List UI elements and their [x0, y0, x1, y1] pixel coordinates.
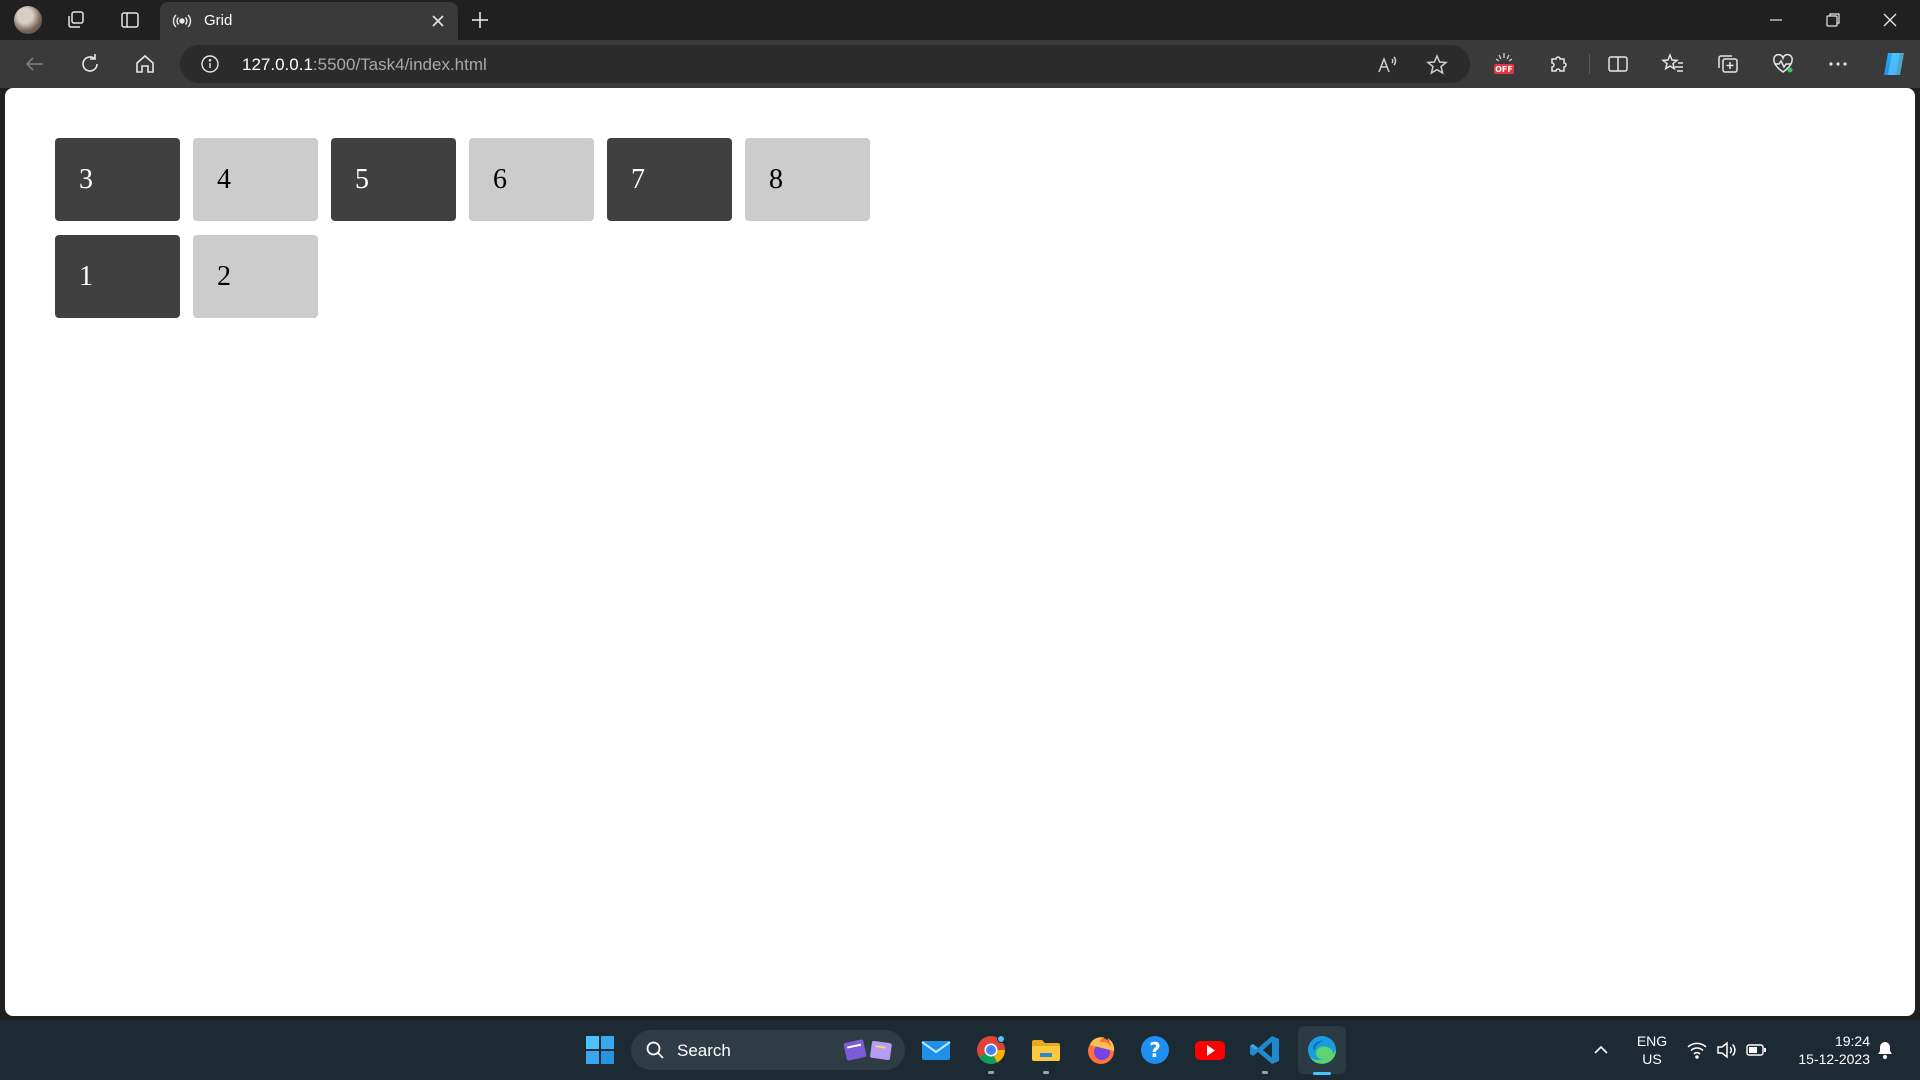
active-tab[interactable]: Grid: [160, 2, 458, 40]
toolbar-separator: [1589, 54, 1590, 74]
browser-toolbar: 127.0.0.1:5500/Task4/index.html OFF: [0, 40, 1920, 88]
battery-icon[interactable]: [1745, 1039, 1767, 1061]
favorites-icon[interactable]: [1659, 50, 1687, 78]
file-explorer-icon[interactable]: [1029, 1033, 1063, 1067]
clock[interactable]: 19:24 15-12-2023: [1780, 1032, 1870, 1068]
grid-container: 3 4 5 6 7 8 1 2: [55, 138, 870, 318]
chrome-running-indicator: [988, 1071, 994, 1074]
page-viewport: 3 4 5 6 7 8 1 2: [5, 88, 1915, 1016]
back-icon[interactable]: [21, 50, 49, 78]
copilot-icon[interactable]: [1878, 50, 1906, 78]
restore-icon[interactable]: [1819, 6, 1847, 34]
broadcast-icon: [172, 11, 192, 31]
close-tab-icon[interactable]: [428, 11, 448, 31]
get-help-icon[interactable]: ?: [1138, 1033, 1172, 1067]
taskbar-search-box[interactable]: Search: [631, 1030, 905, 1070]
grid-item-6: 6: [469, 138, 594, 221]
language-code: ENG: [1636, 1033, 1668, 1049]
notification-bell-icon[interactable]: [1874, 1039, 1896, 1061]
edge-icon[interactable]: [1305, 1033, 1339, 1067]
profile-avatar[interactable]: [14, 6, 42, 34]
address-bar[interactable]: 127.0.0.1:5500/Task4/index.html: [180, 45, 1470, 83]
url-path: :5500/Task4/index.html: [312, 55, 487, 74]
home-icon[interactable]: [131, 50, 159, 78]
windows-start-icon[interactable]: [583, 1033, 617, 1067]
split-screen-icon[interactable]: [1604, 50, 1632, 78]
extensions-puzzle-icon[interactable]: [1544, 50, 1572, 78]
browser-essentials-heart-icon[interactable]: [1769, 50, 1797, 78]
vscode-running-indicator: [1262, 1071, 1268, 1074]
minimize-icon[interactable]: [1762, 6, 1790, 34]
url-host: 127.0.0.1: [242, 55, 313, 74]
search-highlight-icon[interactable]: [841, 1036, 897, 1064]
workspaces-icon[interactable]: [62, 6, 90, 34]
clock-date: 15-12-2023: [1798, 1051, 1870, 1067]
show-hidden-icons-chevron-up-icon[interactable]: [1590, 1039, 1612, 1061]
input-language-indicator[interactable]: ENG US: [1632, 1032, 1672, 1068]
extension-off-badge-icon[interactable]: OFF: [1490, 50, 1518, 78]
vertical-tabs-icon[interactable]: [116, 6, 144, 34]
grid-item-8: 8: [745, 138, 870, 221]
refresh-icon[interactable]: [76, 50, 104, 78]
grid-item-3: 3: [55, 138, 180, 221]
region-code: US: [1642, 1051, 1662, 1067]
wifi-icon[interactable]: [1686, 1039, 1708, 1061]
grid-item-7: 7: [607, 138, 732, 221]
read-aloud-icon[interactable]: [1375, 53, 1399, 77]
title-bar: Grid: [0, 0, 1920, 40]
new-tab-icon[interactable]: [468, 8, 492, 32]
grid-item-5: 5: [331, 138, 456, 221]
site-info-icon[interactable]: [200, 54, 220, 74]
more-options-icon[interactable]: [1824, 50, 1852, 78]
volume-icon[interactable]: [1715, 1039, 1737, 1061]
grid-item-2: 2: [193, 235, 318, 318]
url-text[interactable]: 127.0.0.1:5500/Task4/index.html: [242, 55, 487, 75]
chrome-icon[interactable]: [974, 1033, 1008, 1067]
search-icon: [645, 1040, 665, 1060]
svg-text:?: ?: [1149, 1038, 1161, 1062]
edge-active-indicator: [1313, 1072, 1331, 1075]
tab-title: Grid: [204, 12, 233, 29]
mail-icon[interactable]: [919, 1033, 953, 1067]
collections-icon[interactable]: [1714, 50, 1742, 78]
clock-time: 19:24: [1834, 1033, 1870, 1049]
close-window-icon[interactable]: [1876, 6, 1904, 34]
explorer-running-indicator: [1043, 1071, 1049, 1074]
grid-item-1: 1: [55, 235, 180, 318]
vscode-icon[interactable]: [1248, 1033, 1282, 1067]
grid-item-4: 4: [193, 138, 318, 221]
taskbar: Search ? ENG US 19:24 15-12-2023: [0, 1020, 1920, 1080]
youtube-icon[interactable]: [1193, 1033, 1227, 1067]
svg-text:OFF: OFF: [1495, 65, 1513, 74]
firefox-icon[interactable]: [1084, 1033, 1118, 1067]
search-label: Search: [677, 1041, 731, 1060]
favorite-star-icon[interactable]: [1425, 53, 1449, 77]
